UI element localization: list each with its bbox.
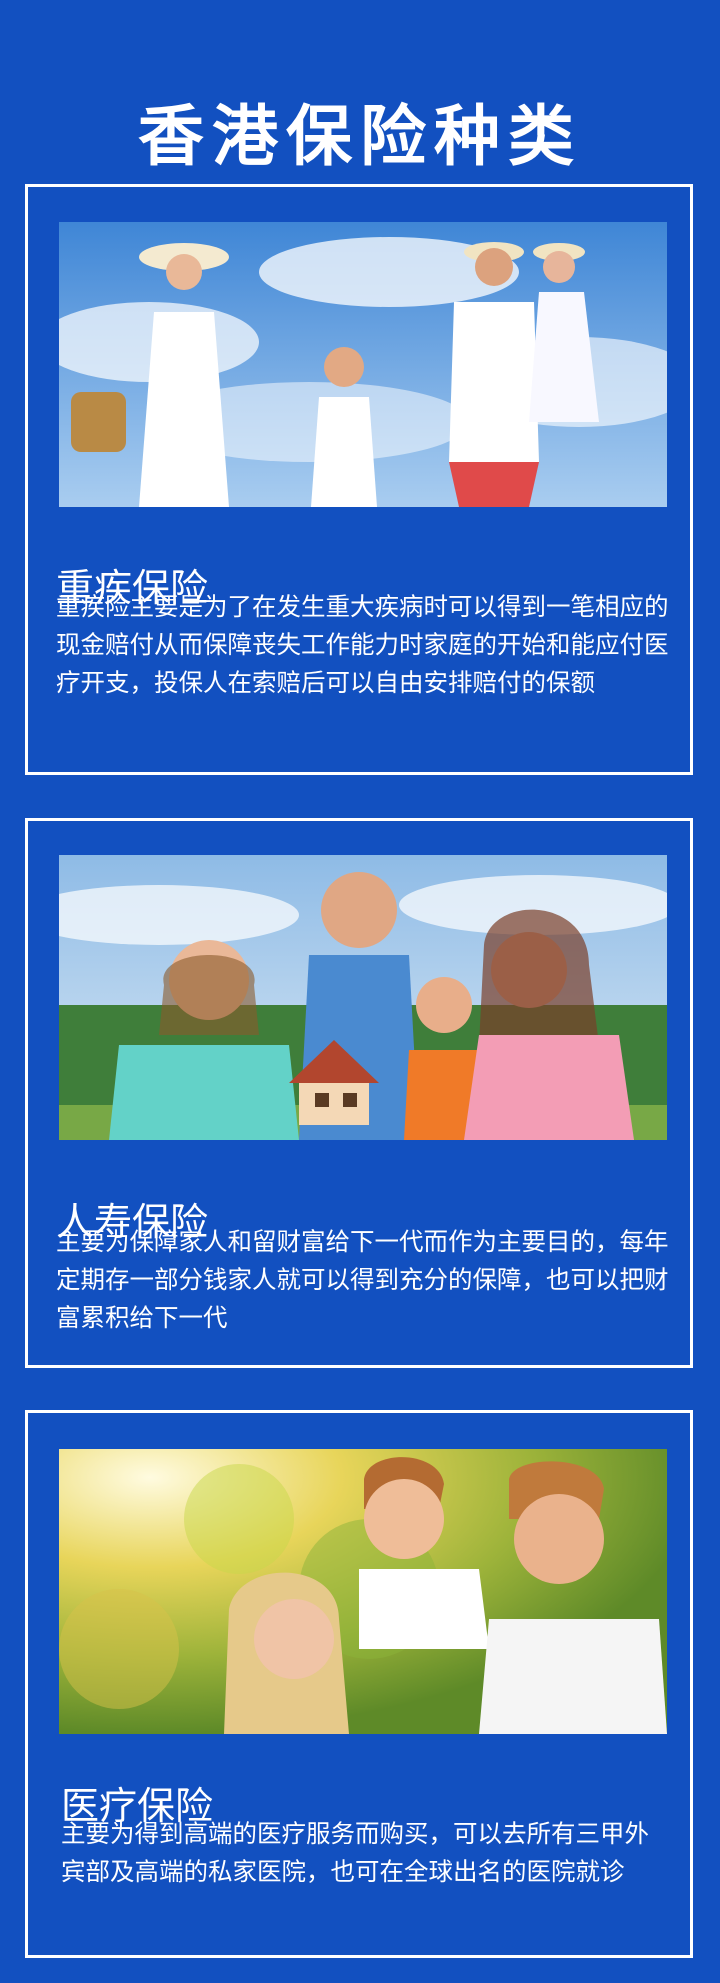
family-house-model-photo: [59, 855, 667, 1140]
family-beach-photo: [59, 222, 667, 507]
section-description: 重疾险主要是为了在发生重大疾病时可以得到一笔相应的现金赔付从而保障丧失工作能力时…: [56, 592, 669, 697]
page-title: 香港保险种类: [138, 97, 582, 176]
section-description: 主要为保障家人和留财富给下一代而作为主要目的，每年定期存一部分钱家人就可以得到充…: [56, 1227, 669, 1332]
insurance-card-medical: 医疗保险 主要为得到高端的医疗服务而购买，可以去所有三甲外宾部及高端的私家医院，…: [25, 1410, 693, 1958]
family-outdoor-photo: [59, 1449, 667, 1734]
insurance-card-critical-illness: 重疾保险 重疾险主要是为了在发生重大疾病时可以得到一笔相应的现金赔付从而保障丧失…: [25, 184, 693, 775]
section-description: 主要为得到高端的医疗服务而购买，可以去所有三甲外宾部及高端的私家医院，也可在全球…: [61, 1819, 649, 1886]
insurance-card-life: 人寿保险 主要为保障家人和留财富给下一代而作为主要目的，每年定期存一部分钱家人就…: [25, 818, 693, 1368]
